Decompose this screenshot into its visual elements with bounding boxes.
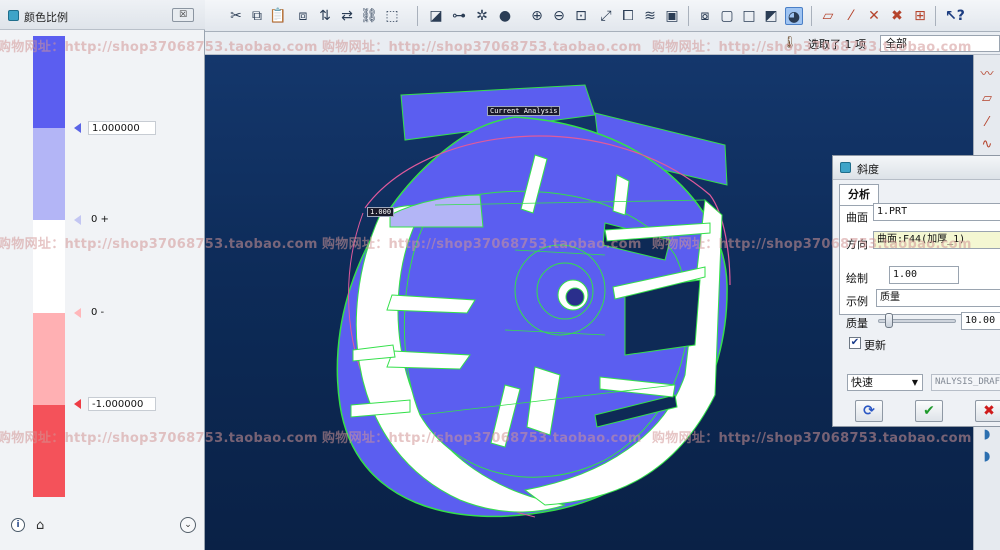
quality-slider-thumb[interactable] — [885, 313, 893, 328]
color-scale-bar — [33, 36, 65, 497]
layers-icon[interactable]: ≋ — [641, 7, 659, 25]
direction-field[interactable]: 曲面:F44(加厚_1) — [873, 231, 1000, 249]
reorient-icon[interactable]: ⤢ — [597, 7, 615, 25]
dialog-title: 斜度 — [857, 163, 879, 176]
direction-label: 方向 — [846, 238, 868, 251]
selection-filter-select[interactable]: 全部 — [880, 35, 1000, 52]
color-scale-band — [33, 128, 65, 221]
annotation-display-icon[interactable]: ⊞ — [911, 7, 929, 25]
surface-label: 曲面 — [846, 211, 868, 224]
color-scale-band — [33, 36, 65, 129]
ok-button[interactable]: ✔ — [915, 400, 943, 422]
toolbar-separator — [935, 6, 936, 26]
zoom-in-icon[interactable]: ⊕ — [528, 7, 546, 25]
color-scale-band — [33, 220, 65, 313]
color-scale-marker — [74, 308, 81, 318]
dialog-titlebar: 斜度 — [833, 156, 1000, 180]
color-scale-title: 颜色比例 — [24, 11, 68, 24]
datum-curve-icon[interactable]: ∿ — [979, 137, 995, 153]
color-scale-marker — [74, 123, 81, 133]
color-scale-titlebar: 颜色比例 ☒ — [0, 0, 205, 30]
no-hidden-icon[interactable]: □ — [740, 7, 758, 25]
saved-views-icon[interactable]: ⧠ — [619, 7, 637, 25]
tool-icon-2[interactable]: ◗ — [979, 449, 995, 465]
quality-label: 质量 — [846, 317, 868, 330]
point-display-icon[interactable]: ✕ — [865, 7, 883, 25]
mode-select-value: 快速 — [851, 376, 873, 389]
cut-icon[interactable]: ✂ — [227, 7, 245, 25]
chevron-down-icon: ▼ — [911, 378, 918, 387]
display-field[interactable]: 质量 — [876, 289, 1000, 307]
plane-display-icon[interactable]: ▱ — [819, 7, 837, 25]
toolbar-separator — [417, 6, 418, 26]
find-icon[interactable]: ⛓ — [360, 7, 378, 25]
color-scale-value: 0 + — [91, 214, 109, 225]
shading-icon[interactable]: ◩ — [762, 7, 780, 25]
color-scale-marker — [74, 399, 81, 409]
paste-special-icon[interactable]: ⧈ — [294, 7, 312, 25]
display-label: 示例 — [846, 295, 868, 308]
color-scale-value: 0 - — [91, 307, 105, 318]
select-box-icon[interactable]: ⬚ — [383, 7, 401, 25]
surface-field[interactable]: 1.PRT — [873, 203, 1000, 221]
mode-select[interactable]: 快速 ▼ — [847, 374, 923, 391]
color-scale-value: -1.000000 — [88, 397, 156, 411]
current-analysis-label: Current Analysis — [490, 107, 558, 115]
home-icon[interactable]: ⌂ — [36, 518, 44, 533]
toolbar-separator — [811, 6, 812, 26]
draft-analysis-dialog: 斜度 分析 曲面 1.PRT 方向 曲面:F44(加厚_1) 绘制 1.00 示… — [832, 155, 1000, 427]
info-icon[interactable]: i — [11, 518, 25, 532]
refit-icon[interactable]: ⊡ — [572, 7, 590, 25]
csys-display-icon[interactable]: ✖ — [888, 7, 906, 25]
chevron-down-icon[interactable]: ⌄ — [180, 517, 196, 533]
tool-icon-1[interactable]: ◗ — [979, 427, 995, 443]
color-scale-band — [33, 312, 65, 405]
shading-with-edges-icon[interactable]: ◕ — [785, 7, 803, 25]
plot-field[interactable]: 1.00 — [889, 266, 959, 284]
context-help-icon[interactable]: ↖? — [945, 7, 965, 25]
datum-plane-icon[interactable]: ▱ — [979, 91, 995, 107]
wireframe-icon[interactable]: ⧇ — [696, 7, 714, 25]
zoom-out-icon[interactable]: ⊖ — [550, 7, 568, 25]
main-toolbar: ✂ ⧉ 📋 ⧈ ⇅ ⇄ ⛓ ⬚ ◪ ⊶ ✲ ● ⊕ ⊖ ⊡ ⤢ ⧠ ≋ ▣ ⧇ … — [205, 0, 1000, 32]
quality-field[interactable]: 10.00 — [961, 312, 1000, 330]
selection-bar: 🌡 选取了 1 项 全部 — [205, 32, 1000, 55]
sketch-icon[interactable]: 〰 — [979, 67, 995, 83]
repeat-analysis-button[interactable]: ⟳ — [855, 400, 883, 422]
panel-app-icon — [8, 10, 19, 21]
view-manager-icon[interactable]: ▣ — [663, 7, 681, 25]
copy-icon[interactable]: ⧉ — [248, 7, 266, 25]
regenerate-manager-icon[interactable]: ⇄ — [338, 7, 356, 25]
draft-value-callout: 1.000 — [367, 207, 395, 217]
plot-label: 绘制 — [846, 272, 868, 285]
regenerate-icon[interactable]: ⇅ — [316, 7, 334, 25]
toolbar-separator — [688, 6, 689, 26]
paste-icon[interactable]: 📋 — [269, 7, 287, 25]
color-scale-panel: 颜色比例 ☒ 1.000000 0 + 0 - -1.000000 i ⌂ ⌄ — [0, 0, 205, 550]
analysis-name-field[interactable]: NALYSIS_DRAFT_1 — [931, 374, 1000, 391]
dialog-app-icon — [840, 162, 851, 173]
color-scale-band — [33, 404, 65, 497]
shading-sphere-icon[interactable]: ● — [496, 7, 514, 25]
axis-display-icon[interactable]: ⁄ — [842, 7, 860, 25]
close-panel-button[interactable]: ☒ — [172, 8, 194, 22]
update-checkbox[interactable]: ✔ — [849, 337, 861, 349]
datum-axis-display-icon[interactable]: ⊶ — [450, 7, 468, 25]
update-label: 更新 — [864, 339, 886, 352]
current-analysis-callout: Current Analysis — [487, 106, 561, 116]
color-scale-marker — [74, 215, 81, 225]
datum-axis-icon[interactable]: ⁄ — [979, 115, 995, 131]
cancel-button[interactable]: ✖ — [975, 400, 1000, 422]
hidden-line-icon[interactable]: ▢ — [718, 7, 736, 25]
thermometer-icon: 🌡 — [782, 35, 798, 49]
datum-point-display-icon[interactable]: ✲ — [473, 7, 491, 25]
draft-value-label: 1.000 — [370, 208, 392, 216]
selection-status: 选取了 1 项 — [808, 38, 866, 51]
color-scale-value: 1.000000 — [88, 121, 156, 135]
datum-plane-display-icon[interactable]: ◪ — [427, 7, 445, 25]
